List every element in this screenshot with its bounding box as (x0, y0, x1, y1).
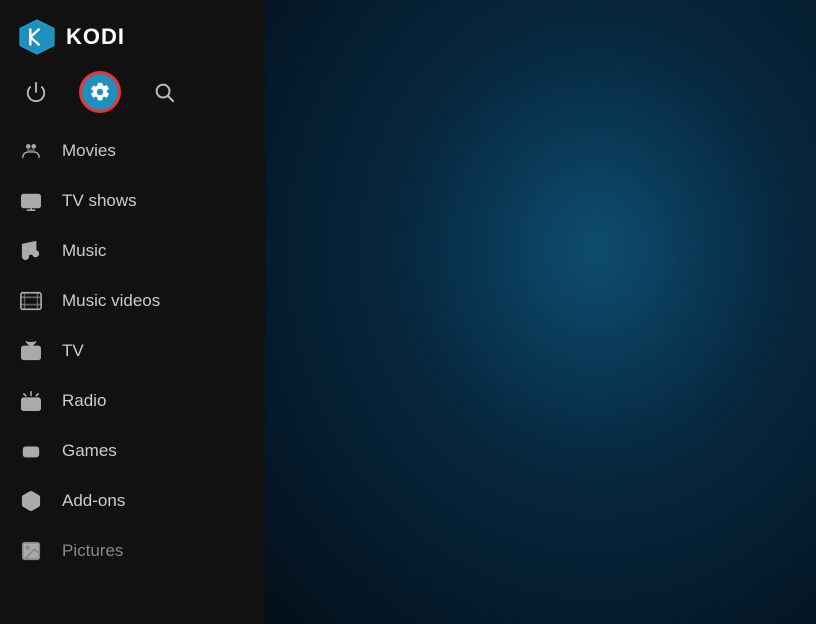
sidebar: KODI (0, 0, 265, 624)
radio-icon (18, 388, 44, 414)
tv-icon (18, 338, 44, 364)
settings-button[interactable] (82, 74, 118, 110)
main-content (265, 0, 816, 624)
tv-label: TV (62, 341, 84, 361)
games-icon (18, 438, 44, 464)
nav-item-tvshows[interactable]: TV shows (0, 176, 265, 226)
nav-item-games[interactable]: Games (0, 426, 265, 476)
tvshows-label: TV shows (62, 191, 137, 211)
nav-item-music[interactable]: Music (0, 226, 265, 276)
musicvideos-icon (18, 288, 44, 314)
pictures-label: Pictures (62, 541, 123, 561)
nav-item-pictures[interactable]: Pictures (0, 526, 265, 576)
music-icon (18, 238, 44, 264)
nav-item-musicvideos[interactable]: Music videos (0, 276, 265, 326)
radio-label: Radio (62, 391, 106, 411)
movies-label: Movies (62, 141, 116, 161)
games-label: Games (62, 441, 117, 461)
nav-item-tv[interactable]: TV (0, 326, 265, 376)
top-icons-bar (0, 66, 265, 122)
power-button[interactable] (18, 74, 54, 110)
nav-item-radio[interactable]: Radio (0, 376, 265, 426)
movies-icon (18, 138, 44, 164)
musicvideos-label: Music videos (62, 291, 160, 311)
kodi-logo-icon (18, 18, 56, 56)
addons-icon (18, 488, 44, 514)
nav-item-addons[interactable]: Add-ons (0, 476, 265, 526)
app-title: KODI (66, 24, 125, 50)
navigation-list: Movies TV shows Music (0, 122, 265, 624)
tvshows-icon (18, 188, 44, 214)
nav-item-movies[interactable]: Movies (0, 126, 265, 176)
search-button[interactable] (146, 74, 182, 110)
logo-area: KODI (0, 0, 265, 66)
addons-label: Add-ons (62, 491, 125, 511)
music-label: Music (62, 241, 106, 261)
pictures-icon (18, 538, 44, 564)
